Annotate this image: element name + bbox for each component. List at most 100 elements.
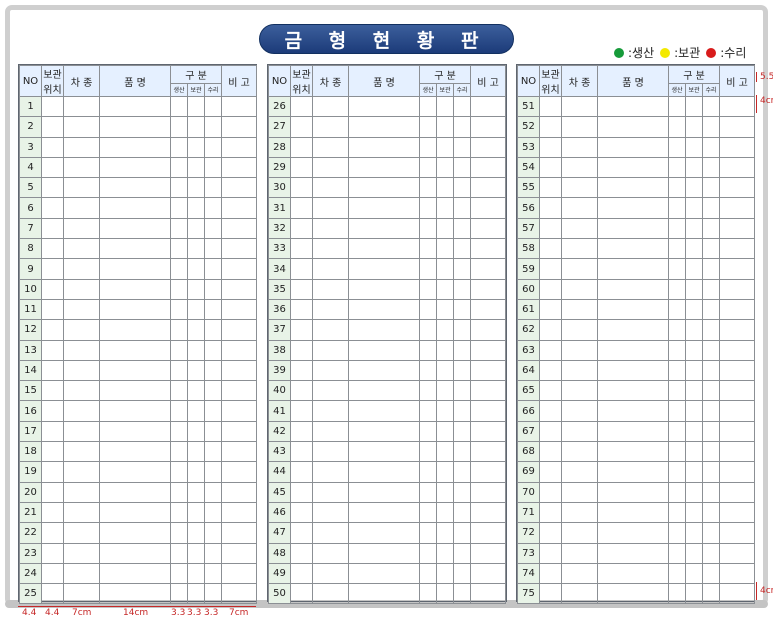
model-cell[interactable] (561, 522, 598, 544)
location-cell[interactable] (41, 583, 64, 605)
repair-cell[interactable] (702, 339, 720, 361)
storage-cell[interactable] (187, 197, 205, 219)
production-cell[interactable] (419, 562, 437, 585)
remarks-cell[interactable] (719, 380, 755, 402)
storage-cell[interactable] (187, 583, 205, 605)
part-name-cell[interactable] (597, 380, 669, 402)
production-cell[interactable] (419, 359, 437, 382)
production-cell[interactable] (170, 583, 188, 605)
part-name-cell[interactable] (99, 400, 171, 422)
model-cell[interactable] (63, 177, 100, 199)
location-cell[interactable] (539, 542, 562, 564)
location-cell[interactable] (539, 380, 562, 402)
storage-cell[interactable] (436, 441, 454, 463)
model-cell[interactable] (312, 359, 349, 382)
remarks-cell[interactable] (470, 359, 506, 382)
production-cell[interactable] (419, 319, 437, 341)
model-cell[interactable] (312, 461, 349, 483)
location-cell[interactable] (290, 542, 313, 564)
storage-cell[interactable] (436, 562, 454, 585)
storage-cell[interactable] (685, 522, 703, 544)
remarks-cell[interactable] (719, 441, 755, 463)
production-cell[interactable] (668, 522, 686, 544)
production-cell[interactable] (668, 319, 686, 341)
model-cell[interactable] (312, 562, 349, 585)
production-cell[interactable] (170, 177, 188, 199)
remarks-cell[interactable] (470, 298, 506, 321)
part-name-cell[interactable] (597, 217, 669, 240)
part-name-cell[interactable] (597, 258, 669, 280)
repair-cell[interactable] (204, 95, 222, 118)
part-name-cell[interactable] (597, 278, 669, 300)
production-cell[interactable] (419, 501, 437, 524)
remarks-cell[interactable] (470, 542, 506, 564)
part-name-cell[interactable] (348, 95, 420, 118)
part-name-cell[interactable] (348, 522, 420, 544)
storage-cell[interactable] (187, 95, 205, 118)
production-cell[interactable] (170, 238, 188, 260)
location-cell[interactable] (539, 461, 562, 483)
remarks-cell[interactable] (470, 481, 506, 503)
part-name-cell[interactable] (348, 319, 420, 341)
remarks-cell[interactable] (470, 116, 506, 138)
location-cell[interactable] (290, 522, 313, 544)
storage-cell[interactable] (187, 278, 205, 300)
part-name-cell[interactable] (597, 583, 669, 605)
model-cell[interactable] (63, 522, 100, 544)
repair-cell[interactable] (702, 95, 720, 118)
storage-cell[interactable] (187, 420, 205, 443)
storage-cell[interactable] (685, 501, 703, 524)
location-cell[interactable] (290, 562, 313, 585)
production-cell[interactable] (170, 380, 188, 402)
model-cell[interactable] (63, 278, 100, 300)
repair-cell[interactable] (204, 136, 222, 158)
production-cell[interactable] (668, 95, 686, 118)
storage-cell[interactable] (685, 278, 703, 300)
model-cell[interactable] (312, 501, 349, 524)
part-name-cell[interactable] (348, 278, 420, 300)
storage-cell[interactable] (187, 339, 205, 361)
model-cell[interactable] (561, 319, 598, 341)
repair-cell[interactable] (204, 278, 222, 300)
location-cell[interactable] (539, 562, 562, 585)
storage-cell[interactable] (436, 461, 454, 483)
part-name-cell[interactable] (99, 583, 171, 605)
repair-cell[interactable] (453, 298, 471, 321)
location-cell[interactable] (290, 95, 313, 118)
repair-cell[interactable] (702, 481, 720, 503)
remarks-cell[interactable] (221, 278, 257, 300)
location-cell[interactable] (41, 177, 64, 199)
repair-cell[interactable] (204, 116, 222, 138)
part-name-cell[interactable] (99, 278, 171, 300)
storage-cell[interactable] (436, 95, 454, 118)
location-cell[interactable] (539, 359, 562, 382)
production-cell[interactable] (170, 461, 188, 483)
storage-cell[interactable] (685, 238, 703, 260)
model-cell[interactable] (561, 359, 598, 382)
production-cell[interactable] (419, 278, 437, 300)
repair-cell[interactable] (204, 339, 222, 361)
production-cell[interactable] (419, 95, 437, 118)
storage-cell[interactable] (436, 583, 454, 605)
part-name-cell[interactable] (99, 359, 171, 382)
part-name-cell[interactable] (99, 522, 171, 544)
location-cell[interactable] (41, 197, 64, 219)
part-name-cell[interactable] (348, 339, 420, 361)
storage-cell[interactable] (187, 481, 205, 503)
location-cell[interactable] (41, 562, 64, 585)
part-name-cell[interactable] (348, 461, 420, 483)
location-cell[interactable] (41, 380, 64, 402)
production-cell[interactable] (419, 420, 437, 443)
location-cell[interactable] (290, 217, 313, 240)
production-cell[interactable] (170, 217, 188, 240)
production-cell[interactable] (419, 380, 437, 402)
model-cell[interactable] (63, 359, 100, 382)
storage-cell[interactable] (685, 319, 703, 341)
remarks-cell[interactable] (719, 136, 755, 158)
repair-cell[interactable] (453, 177, 471, 199)
model-cell[interactable] (63, 156, 100, 179)
storage-cell[interactable] (685, 420, 703, 443)
storage-cell[interactable] (436, 319, 454, 341)
part-name-cell[interactable] (348, 238, 420, 260)
model-cell[interactable] (561, 177, 598, 199)
